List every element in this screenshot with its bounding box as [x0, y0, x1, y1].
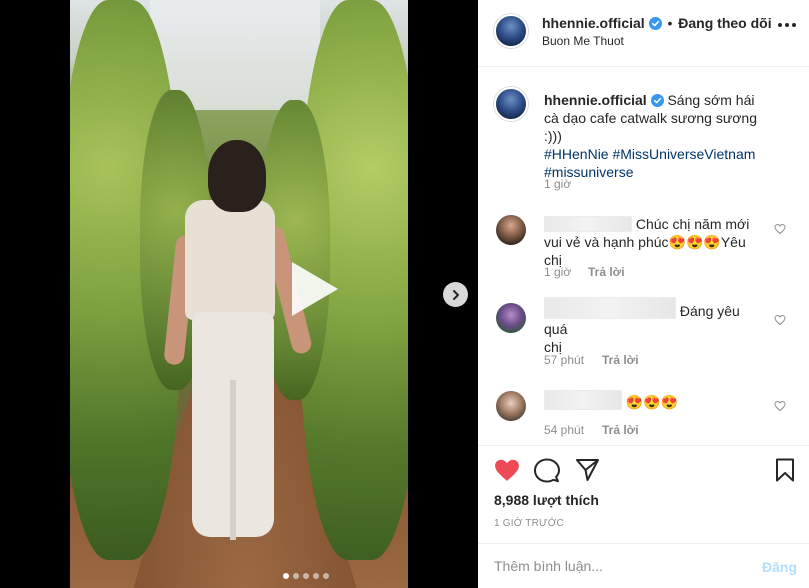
verified-badge-icon	[648, 17, 662, 30]
comment-time[interactable]: 54 phút	[544, 423, 584, 437]
avatar[interactable]	[494, 14, 528, 48]
redacted-username	[544, 390, 622, 410]
reply-button[interactable]: Trả lời	[602, 423, 639, 437]
heart-outline-icon[interactable]	[774, 400, 786, 412]
carousel-dot	[323, 573, 329, 579]
bookmark-icon[interactable]	[775, 458, 795, 482]
post-time[interactable]: 1 GIỜ TRƯỚC	[494, 518, 564, 529]
video-person-leg-gap	[230, 380, 236, 540]
post-side-panel: hhennie.official • Đang theo dõi Buon Me…	[478, 0, 809, 588]
play-icon[interactable]	[280, 258, 342, 320]
reply-button[interactable]: Trả lời	[602, 353, 639, 367]
heart-filled-icon[interactable]	[494, 458, 520, 482]
hashtag-link[interactable]: #MissUniverseVietnam	[612, 146, 755, 162]
avatar[interactable]	[496, 215, 526, 245]
share-icon[interactable]	[575, 458, 600, 482]
video-player[interactable]	[70, 0, 408, 588]
following-button[interactable]: Đang theo dõi	[678, 15, 771, 31]
reply-button[interactable]: Trả lời	[588, 265, 625, 279]
username-link[interactable]: hhennie.official	[542, 15, 645, 31]
header-line: hhennie.official • Đang theo dõi	[542, 15, 772, 31]
avatar[interactable]	[496, 303, 526, 333]
more-options-icon[interactable]	[777, 22, 797, 28]
comment-text: Chúc chị năm mới vui vẻ và hạnh phúc😍😍😍Y…	[544, 215, 766, 269]
comment-icon[interactable]	[534, 458, 560, 483]
verified-badge-icon	[650, 94, 664, 107]
comments-scroll[interactable]: hhennie.official Sáng sớm hái cà dạo caf…	[478, 67, 809, 445]
dot-separator: •	[667, 15, 673, 31]
comment-body: Chúc chị năm mới	[635, 216, 750, 232]
video-person-top	[185, 200, 275, 320]
carousel-dots	[283, 573, 329, 579]
post-header: hhennie.official • Đang theo dõi Buon Me…	[478, 0, 809, 67]
comment-input[interactable]	[494, 555, 734, 577]
username-link[interactable]: hhennie.official	[544, 92, 647, 108]
carousel-dot	[293, 573, 299, 579]
comment-body: 😍😍😍	[625, 394, 679, 410]
comment-time[interactable]: 57 phút	[544, 353, 584, 367]
chevron-right-icon	[452, 289, 459, 300]
avatar[interactable]	[496, 391, 526, 421]
caption: hhennie.official Sáng sớm hái cà dạo caf…	[544, 91, 770, 181]
redacted-username	[544, 297, 676, 319]
like-count[interactable]: 8,988 lượt thích	[494, 492, 599, 508]
add-comment-bar: Đăng	[478, 543, 809, 588]
location-link[interactable]: Buon Me Thuot	[542, 34, 624, 48]
hashtag-link[interactable]: #HHenNie	[544, 146, 609, 162]
post-comment-button[interactable]: Đăng	[762, 559, 797, 575]
comment-text: 😍😍😍	[544, 390, 766, 411]
caption-time[interactable]: 1 giờ	[544, 177, 571, 191]
comment-time[interactable]: 1 giờ	[544, 265, 571, 279]
heart-outline-icon[interactable]	[774, 314, 786, 326]
comment-body: vui vẻ và hạnh phúc😍😍😍Yêu chị	[544, 234, 746, 268]
carousel-dot	[283, 573, 289, 579]
redacted-username	[544, 216, 632, 232]
comment-text: Đáng yêu quá chị	[544, 297, 766, 356]
carousel-dot	[313, 573, 319, 579]
action-bar: 8,988 lượt thích 1 GIỜ TRƯỚC	[478, 445, 809, 543]
heart-outline-icon[interactable]	[774, 223, 786, 235]
avatar[interactable]	[494, 87, 528, 121]
carousel-dot	[303, 573, 309, 579]
media-viewer	[0, 0, 478, 588]
video-person-hair	[208, 140, 266, 212]
next-slide-button[interactable]	[443, 282, 468, 307]
